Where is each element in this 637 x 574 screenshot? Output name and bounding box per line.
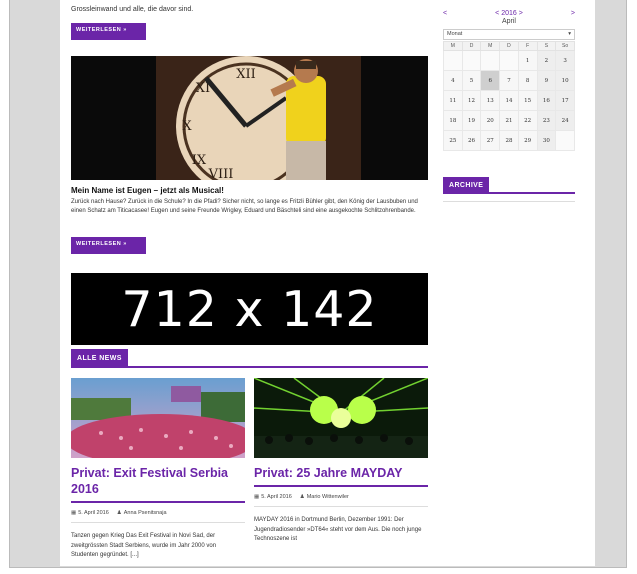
news-card[interactable]: Privat: 25 Jahre MAYDAY ▦ 5. April 2016 ♟… <box>254 378 428 545</box>
calendar-prev-button[interactable]: < <box>443 10 447 26</box>
calendar-day[interactable]: 30 <box>536 130 557 151</box>
article-excerpt: Zurück nach Hause? Zurück in die Schule?… <box>71 199 418 214</box>
news-author[interactable]: Anna Psenitsnaja <box>124 510 167 516</box>
calendar-day[interactable]: 15 <box>517 90 538 111</box>
calendar-day[interactable]: 3 <box>555 50 575 71</box>
svg-text:X: X <box>182 119 192 134</box>
calendar-day[interactable]: 18 <box>443 110 463 131</box>
calendar-day[interactable]: 4 <box>443 70 463 91</box>
calendar-next-button[interactable]: > <box>571 10 575 26</box>
read-more-button-2[interactable]: WEITERLESEN » <box>71 237 146 254</box>
news-title[interactable]: Privat: 25 Jahre MAYDAY <box>254 465 428 487</box>
calendar-weekday: M <box>480 41 501 51</box>
read-more-button[interactable]: WEITERLESEN » <box>71 23 146 40</box>
calendar-day[interactable]: 29 <box>517 130 538 151</box>
calendar-day[interactable]: 11 <box>443 90 463 111</box>
intro-text: Grossleinwand und alle, die davor sind. <box>71 6 194 13</box>
calendar-day[interactable]: 24 <box>555 110 575 131</box>
calendar-icon: ▦ <box>71 510 77 516</box>
calendar-month: April <box>501 18 516 25</box>
calendar-weekday: So <box>555 41 575 51</box>
calendar-empty-cell <box>555 130 575 151</box>
calendar-day[interactable]: 17 <box>555 90 575 111</box>
news-title[interactable]: Privat: Exit Festival Serbia 2016 <box>71 465 245 503</box>
news-image-mayday[interactable] <box>254 378 428 458</box>
calendar-heading: < 2016 > April <box>495 10 523 26</box>
calendar-day[interactable]: 9 <box>536 70 557 91</box>
month-select[interactable]: Monat ▾ <box>443 29 575 40</box>
page: Grossleinwand und alle, die davor sind. … <box>60 0 595 566</box>
calendar-day[interactable]: 10 <box>555 70 575 91</box>
calendar-day[interactable]: 1 <box>517 50 538 71</box>
svg-text:XII: XII <box>236 67 256 82</box>
browser-frame: Grossleinwand und alle, die davor sind. … <box>9 0 627 568</box>
calendar-day[interactable]: 28 <box>499 130 519 151</box>
article-image[interactable]: XII XI X IX VIII I <box>71 56 428 180</box>
svg-text:IX: IX <box>192 153 207 168</box>
calendar-year[interactable]: < 2016 > <box>495 10 523 18</box>
calendar-day[interactable]: 26 <box>461 130 482 151</box>
calendar-day[interactable]: 12 <box>461 90 482 111</box>
calendar-weekday: M <box>443 41 463 51</box>
chevron-down-icon: ▾ <box>568 31 571 37</box>
calendar-weekday: F <box>517 41 538 51</box>
news-date: 5. April 2016 <box>78 510 109 516</box>
user-icon: ♟ <box>299 494 305 500</box>
calendar-day[interactable]: 13 <box>480 90 501 111</box>
calendar-day[interactable]: 14 <box>499 90 519 111</box>
news-excerpt: MAYDAY 2016 in Dortmund Berlin, Dezember… <box>254 517 422 542</box>
calendar-day[interactable]: 23 <box>536 110 557 131</box>
news-date: 5. April 2016 <box>261 494 292 500</box>
calendar-empty-cell <box>480 50 501 71</box>
clock-performer-image: XII XI X IX VIII I <box>71 56 428 180</box>
calendar-day[interactable]: 21 <box>499 110 519 131</box>
month-select-label: Monat <box>447 31 463 37</box>
calendar-weekday: S <box>536 41 557 51</box>
sidebar: < < 2016 > April > Monat ▾ M D M D F S So 1234… <box>443 10 575 202</box>
all-news-heading: ALLE NEWS <box>71 347 428 368</box>
news-image-exit-festival[interactable] <box>71 378 245 458</box>
calendar-day[interactable]: 22 <box>517 110 538 131</box>
calendar-day[interactable]: 19 <box>461 110 482 131</box>
news-excerpt: Tanzen gegen Krieg Das Exit Festival in … <box>71 533 217 558</box>
calendar-weekday: D <box>499 41 519 51</box>
calendar-day[interactable]: 2 <box>536 50 557 71</box>
calendar-day[interactable]: 7 <box>499 70 519 91</box>
calendar-day[interactable]: 8 <box>517 70 538 91</box>
article-title[interactable]: Mein Name ist Eugen – jetzt als Musical! <box>71 186 224 195</box>
news-card[interactable]: Privat: Exit Festival Serbia 2016 ▦ 5. Ap… <box>71 378 245 561</box>
calendar-day[interactable]: 25 <box>443 130 463 151</box>
svg-text:VIII: VIII <box>208 167 234 180</box>
archive-label: ARCHIVE <box>443 177 490 194</box>
news-meta: ▦ 5. April 2016 ♟ Anna Psenitsnaja <box>71 510 245 523</box>
calendar-empty-cell <box>443 50 463 71</box>
calendar-day[interactable]: 5 <box>461 70 482 91</box>
news-author[interactable]: Mario Wittenwiler <box>307 494 349 500</box>
all-news-label: ALLE NEWS <box>71 349 128 367</box>
calendar-day[interactable]: 27 <box>480 130 501 151</box>
calendar-icon: ▦ <box>254 494 260 500</box>
divider <box>443 201 575 202</box>
calendar-day[interactable]: 16 <box>536 90 557 111</box>
news-meta: ▦ 5. April 2016 ♟ Mario Wittenwiler <box>254 494 428 507</box>
archive-heading: ARCHIVE <box>443 174 575 194</box>
calendar-day[interactable]: 6 <box>480 70 501 91</box>
user-icon: ♟ <box>116 510 122 516</box>
calendar-empty-cell <box>461 50 482 71</box>
calendar-weekday: D <box>461 41 482 51</box>
calendar-nav: < < 2016 > April > <box>443 10 575 26</box>
calendar-day[interactable]: 20 <box>480 110 501 131</box>
ad-banner-placeholder[interactable]: 712 x 142 <box>71 273 428 345</box>
calendar-grid: M D M D F S So 1 2 3 4 5 6 7 8 9 10 11 12 13 14 15 16 17 18 19 20… <box>443 41 575 151</box>
calendar-empty-cell <box>499 50 519 71</box>
